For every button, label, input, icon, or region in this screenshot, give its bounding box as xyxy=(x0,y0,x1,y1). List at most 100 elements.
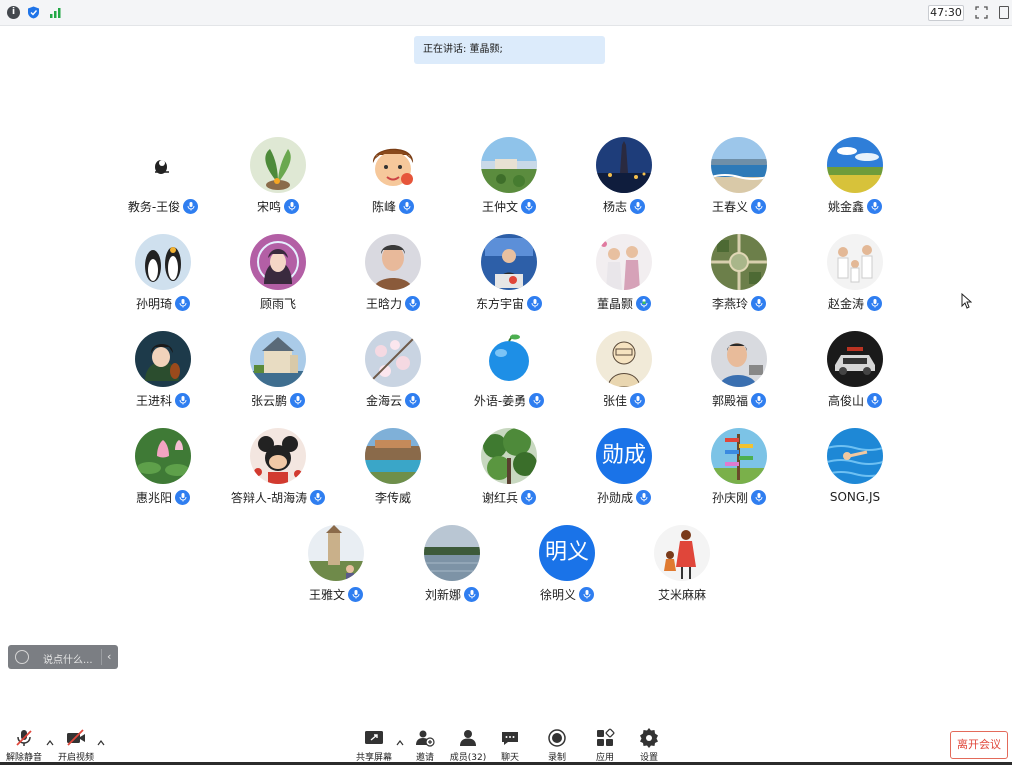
participant-name-row: 张云鹏 xyxy=(220,392,336,408)
mic-icon xyxy=(175,489,190,505)
participant-tile[interactable]: 李燕玲 xyxy=(681,234,797,324)
mic-icon xyxy=(521,198,536,214)
participant-avatar: 明义 xyxy=(539,525,595,581)
chat-button[interactable]: 聊天 xyxy=(497,728,523,763)
participant-tile[interactable]: 王春义 xyxy=(681,137,797,227)
participant-tile[interactable]: 王雅文 xyxy=(278,525,394,615)
participant-tile[interactable]: 明义 徐明义 xyxy=(509,525,625,615)
participant-name: 王进科 xyxy=(135,393,172,408)
mic-icon xyxy=(348,586,363,602)
participant-avatar xyxy=(596,137,652,193)
participant-tile[interactable]: 高俊山 xyxy=(797,331,913,421)
participant-name-row: 艾米麻麻 xyxy=(624,586,740,602)
members-button[interactable]: 成员(32) xyxy=(448,728,488,763)
participant-avatar xyxy=(481,428,537,484)
participant-tile[interactable]: 王进科 xyxy=(105,331,221,421)
participant-tile[interactable]: 顾雨飞 xyxy=(220,234,336,324)
mic-icon xyxy=(175,295,190,311)
participant-tile[interactable]: 刘新娜 xyxy=(394,525,510,615)
participant-tile[interactable]: 王仲文 xyxy=(451,137,567,227)
info-icon[interactable]: i xyxy=(7,6,20,19)
participant-tile[interactable]: 张佳 xyxy=(566,331,682,421)
participant-name: 郭殿福 xyxy=(711,393,748,408)
participant-name-row: 答辩人-胡海涛 xyxy=(220,489,336,505)
participant-tile[interactable]: SONG.JS xyxy=(797,428,913,518)
fullscreen-icon[interactable] xyxy=(975,6,988,19)
participant-name: 王晗力 xyxy=(365,296,402,311)
participant-tile[interactable]: 赵金涛 xyxy=(797,234,913,324)
participant-name-row: SONG.JS xyxy=(797,489,913,505)
mic-icon xyxy=(521,489,536,505)
participant-avatar xyxy=(711,234,767,290)
participant-avatar xyxy=(365,234,421,290)
participant-name: 李传威 xyxy=(374,490,411,505)
participant-tile[interactable]: 外语-姜勇 xyxy=(451,331,567,421)
mic-icon xyxy=(290,392,305,408)
settings-button[interactable]: 设置 xyxy=(636,728,662,763)
participant-tile[interactable]: 惠兆阳 xyxy=(105,428,221,518)
participant-name-row: 董晶颢 xyxy=(566,295,682,311)
mic-icon xyxy=(751,198,766,214)
share-screen-button[interactable]: 共享屏幕 xyxy=(355,728,393,763)
participant-tile[interactable]: 李传威 xyxy=(335,428,451,518)
participant-tile[interactable]: 杨志 xyxy=(566,137,682,227)
participant-tile[interactable]: 教务-王俊 xyxy=(105,137,221,227)
participant-name: 杨志 xyxy=(602,199,627,214)
participant-name-row: 高俊山 xyxy=(797,392,913,408)
participant-name-row: 惠兆阳 xyxy=(105,489,221,505)
participant-tile[interactable]: 孙明琦 xyxy=(105,234,221,324)
participant-name-row: 宋鸣 xyxy=(220,198,336,214)
share-options-caret-icon[interactable] xyxy=(396,740,404,746)
invite-button[interactable]: 邀请 xyxy=(412,728,438,763)
chat-input-placeholder[interactable]: 说点什么... xyxy=(43,651,93,666)
participant-name: 答辩人-胡海涛 xyxy=(230,490,308,505)
participant-avatar xyxy=(481,331,537,387)
participant-name: 王雅文 xyxy=(308,587,345,602)
participant-avatar xyxy=(424,525,480,581)
mic-icon xyxy=(867,295,882,311)
participant-name-row: 东方宇宙 xyxy=(451,295,567,311)
participant-tile[interactable]: 答辩人-胡海涛 xyxy=(220,428,336,518)
participant-tile[interactable]: 艾米麻麻 xyxy=(624,525,740,615)
participant-tile[interactable]: 东方宇宙 xyxy=(451,234,567,324)
audio-options-caret-icon[interactable] xyxy=(46,740,54,746)
participant-tile[interactable]: 董晶颢 xyxy=(566,234,682,324)
chat-collapse-icon[interactable]: ‹ xyxy=(107,650,111,663)
mic-icon xyxy=(636,489,651,505)
shield-icon[interactable] xyxy=(27,6,40,19)
chat-input-bar[interactable]: 说点什么... ‹ xyxy=(8,645,118,669)
mic-icon xyxy=(175,392,190,408)
mic-icon xyxy=(405,392,420,408)
participant-name-row: 郭殿福 xyxy=(681,392,797,408)
apps-button[interactable]: 应用 xyxy=(592,728,618,763)
participant-tile[interactable]: 谢红兵 xyxy=(451,428,567,518)
emoji-icon[interactable] xyxy=(15,650,29,664)
participant-tile[interactable]: 陈峰 xyxy=(335,137,451,227)
window-icon[interactable] xyxy=(999,6,1009,19)
participant-name: 赵金涛 xyxy=(827,296,864,311)
participant-tile[interactable]: 姚金鑫 xyxy=(797,137,913,227)
participant-name-row: 赵金涛 xyxy=(797,295,913,311)
participant-tile[interactable]: 孙庆刚 xyxy=(681,428,797,518)
participant-tile[interactable]: 金海云 xyxy=(335,331,451,421)
participant-tile[interactable]: 勋成 孙勋成 xyxy=(566,428,682,518)
mic-icon xyxy=(464,586,479,602)
participant-tile[interactable]: 王晗力 xyxy=(335,234,451,324)
participant-tile[interactable]: 宋鸣 xyxy=(220,137,336,227)
mic-icon xyxy=(751,392,766,408)
participant-avatar xyxy=(135,234,191,290)
mic-icon xyxy=(751,295,766,311)
unmute-button[interactable]: 解除静音 xyxy=(6,728,42,763)
signal-icon[interactable] xyxy=(49,6,62,19)
meeting-timer: 47:30 xyxy=(928,5,964,21)
video-options-caret-icon[interactable] xyxy=(97,740,105,746)
participant-name: 姚金鑫 xyxy=(827,199,864,214)
participant-tile[interactable]: 张云鹏 xyxy=(220,331,336,421)
leave-meeting-button[interactable]: 离开会议 xyxy=(950,731,1008,759)
participant-name: 宋鸣 xyxy=(256,199,281,214)
participant-name: 李燕玲 xyxy=(711,296,748,311)
start-video-button[interactable]: 开启视频 xyxy=(57,728,95,763)
participant-tile[interactable]: 郭殿福 xyxy=(681,331,797,421)
record-button[interactable]: 录制 xyxy=(544,728,570,763)
participant-name: 孙明琦 xyxy=(135,296,172,311)
